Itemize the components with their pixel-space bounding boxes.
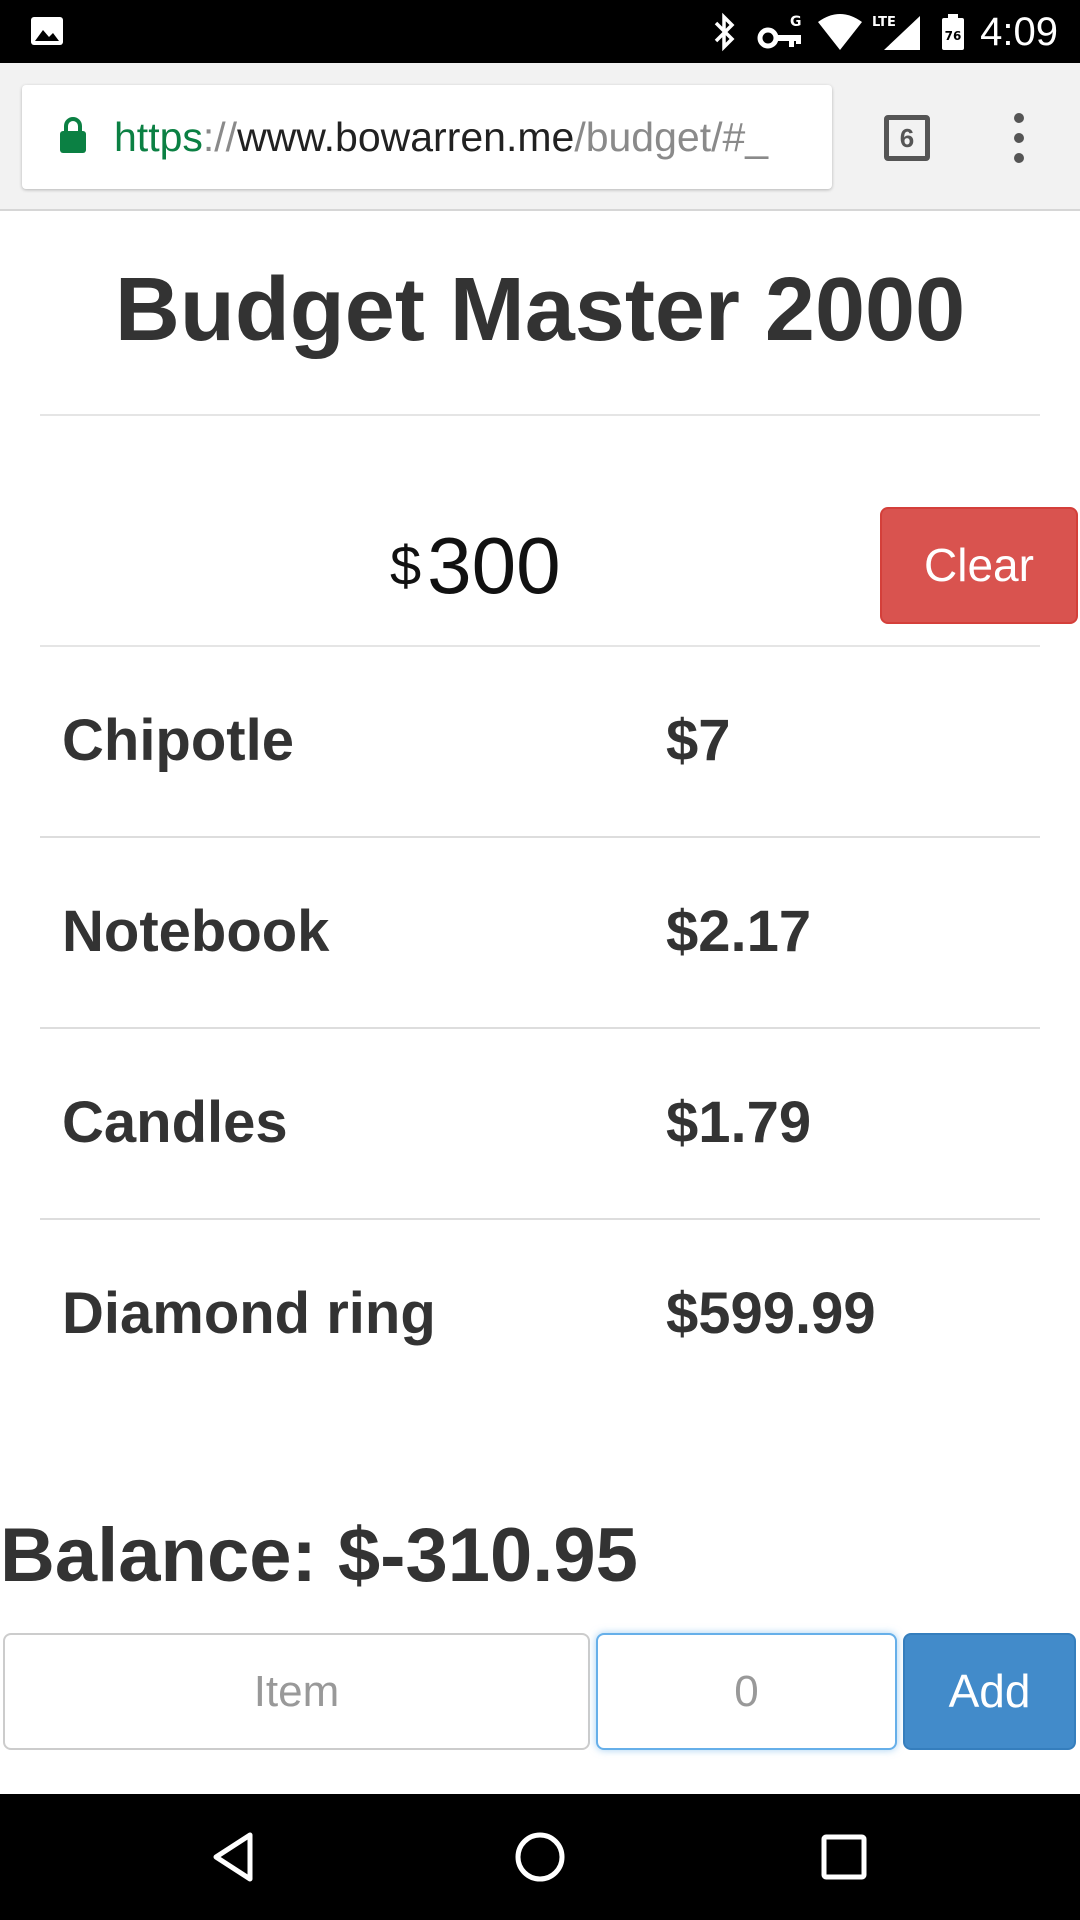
title-divider xyxy=(40,414,1040,416)
expense-cost: $2.17 xyxy=(666,899,812,964)
home-icon[interactable] xyxy=(510,1827,570,1887)
expense-name: Notebook xyxy=(62,899,330,964)
svg-text:G: G xyxy=(790,14,802,30)
navigation-bar xyxy=(0,1794,1080,1920)
bluetooth-icon xyxy=(714,12,735,52)
expense-name: Candles xyxy=(62,1090,288,1155)
expense-cost: $1.79 xyxy=(666,1090,812,1155)
table-row[interactable]: Candles $1.79 xyxy=(40,1029,1040,1220)
svg-text:LTE: LTE xyxy=(872,15,896,30)
balance-heading: Balance: $-310.95 xyxy=(0,1513,638,1598)
url-separator: :// xyxy=(202,114,238,160)
gallery-icon xyxy=(31,17,63,45)
expense-name: Diamond ring xyxy=(62,1281,436,1346)
table-row[interactable]: Diamond ring $599.99 xyxy=(40,1220,1040,1411)
item-name-input[interactable] xyxy=(3,1633,590,1750)
status-bar: G LTE 76 4:09 xyxy=(0,0,1080,63)
battery-level: 76 xyxy=(945,29,962,43)
page-title: Budget Master 2000 xyxy=(114,260,966,360)
tab-switcher-button[interactable]: 6 xyxy=(884,115,930,161)
amount-input[interactable] xyxy=(596,1633,897,1750)
url-bar[interactable]: https://www.bowarren.me/budget/#_ xyxy=(22,85,832,189)
overflow-menu-icon[interactable] xyxy=(1004,111,1034,165)
url-path: /budget/#_ xyxy=(574,114,769,160)
expense-name: Chipotle xyxy=(62,708,294,773)
budget-value[interactable]: 300 xyxy=(427,521,560,610)
table-row[interactable]: Chipotle $7 xyxy=(40,647,1040,838)
budget-amount[interactable]: $300 xyxy=(390,520,561,620)
back-icon[interactable] xyxy=(206,1827,266,1887)
expense-cost: $7 xyxy=(666,708,731,773)
wifi-icon xyxy=(818,14,862,50)
url-host: www.bowarren.me xyxy=(237,114,575,160)
budget-currency-symbol: $ xyxy=(390,534,422,597)
table-row[interactable]: Notebook $2.17 xyxy=(40,838,1040,1029)
url-text[interactable]: https://www.bowarren.me/budget/#_ xyxy=(114,111,768,163)
status-clock: 4:09 xyxy=(980,10,1058,54)
browser-toolbar: https://www.bowarren.me/budget/#_ 6 xyxy=(0,63,1080,211)
vpn-key-icon: G xyxy=(757,14,802,49)
expense-cost: $599.99 xyxy=(666,1281,876,1346)
clear-button[interactable]: Clear xyxy=(880,507,1078,624)
add-button[interactable]: Add xyxy=(903,1633,1076,1750)
url-scheme: https xyxy=(114,114,203,160)
battery-icon: 76 xyxy=(942,14,964,50)
lte-signal-icon: LTE xyxy=(872,15,920,50)
expense-table: Chipotle $7 Notebook $2.17 Candles $1.79… xyxy=(40,647,1040,1411)
lock-icon xyxy=(60,117,86,153)
recents-icon[interactable] xyxy=(814,1827,874,1887)
